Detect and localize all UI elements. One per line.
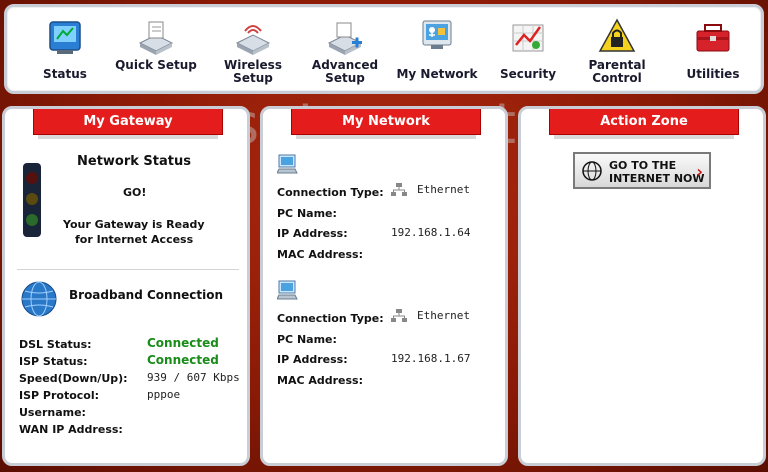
parental-control-icon <box>598 18 636 52</box>
action-zone-panel: Action Zone GO TO THE INTERNET NOW › <box>518 106 766 466</box>
device1-pc-name-label: PC Name: <box>277 207 337 220</box>
pc-icon[interactable] <box>277 153 299 175</box>
nav-quick-setup-label: Quick Setup <box>115 58 197 72</box>
device2-connection-type: Ethernet <box>417 309 470 322</box>
nav-parental-control-label: Parental Control <box>588 58 646 85</box>
gateway-divider <box>17 269 239 270</box>
nav-security-label: Security <box>499 67 557 81</box>
quick-setup-icon <box>138 21 174 55</box>
device1-connection-type-label: Connection Type: <box>277 186 384 199</box>
wireless-setup-icon <box>235 25 271 55</box>
my-network-icon <box>422 20 452 49</box>
device1-connection-type: Ethernet <box>417 183 470 196</box>
advanced-setup-icon <box>327 22 363 55</box>
nav-utilities-label: Utilities <box>686 67 740 81</box>
utilities-icon <box>696 24 730 52</box>
nav-wireless-setup[interactable]: Wireless Setup <box>211 15 295 93</box>
go-to-internet-button[interactable]: GO TO THE INTERNET NOW › <box>573 152 711 189</box>
ethernet-icon <box>391 309 407 322</box>
dsl-status-value: Connected <box>147 336 219 350</box>
go-status: GO! <box>123 186 147 199</box>
gateway-panel: My Gateway Network Status GO! Your Gatew… <box>2 106 250 466</box>
network-panel: My Network Connection Type: Ethernet PC … <box>260 106 508 466</box>
device2-connection-type-label: Connection Type: <box>277 312 384 325</box>
nav-security[interactable]: Security <box>486 15 570 93</box>
nav-quick-setup[interactable]: Quick Setup <box>114 15 198 93</box>
gateway-ready-line1: Your Gateway is Ready <box>63 218 205 231</box>
nav-advanced-setup-label: Advanced Setup <box>311 58 379 85</box>
gateway-panel-title: My Gateway <box>33 109 223 139</box>
wan-ip-label: WAN IP Address: <box>19 423 123 436</box>
nav-advanced-setup[interactable]: Advanced Setup <box>303 15 387 93</box>
network-panel-title: My Network <box>291 109 481 139</box>
status-icon <box>49 21 81 54</box>
pc-icon[interactable] <box>277 279 299 301</box>
globe-icon <box>21 281 57 317</box>
device2-ip-value: 192.168.1.67 <box>391 352 471 365</box>
isp-status-label: ISP Status: <box>19 355 88 368</box>
security-icon <box>512 24 544 52</box>
traffic-light-icon <box>23 163 41 237</box>
device2-mac-label: MAC Address: <box>277 374 364 387</box>
internet-button-line1: GO TO THE <box>609 159 677 172</box>
nav-my-network-label: My Network <box>396 67 478 81</box>
speed-label: Speed(Down/Up): <box>19 372 128 385</box>
nav-parental-control[interactable]: Parental Control <box>575 15 659 93</box>
isp-status-value: Connected <box>147 353 219 367</box>
chevron-right-icon: › <box>696 162 703 181</box>
isp-protocol-value: pppoe <box>147 388 181 401</box>
gateway-ready-line2: for Internet Access <box>75 233 194 246</box>
device1-mac-label: MAC Address: <box>277 248 364 261</box>
top-navigation: Status Quick Setup Wireless Setup Advanc… <box>4 4 764 94</box>
device1-ip-label: IP Address: <box>277 227 348 240</box>
globe-icon <box>582 161 602 181</box>
device1-ip-value: 192.168.1.64 <box>391 226 471 239</box>
nav-wireless-setup-label: Wireless Setup <box>224 58 282 85</box>
nav-status[interactable]: Status <box>23 15 107 93</box>
internet-button-line2: INTERNET NOW <box>609 172 705 185</box>
nav-my-network[interactable]: My Network <box>395 15 479 93</box>
isp-protocol-label: ISP Protocol: <box>19 389 100 402</box>
nav-utilities[interactable]: Utilities <box>671 15 755 93</box>
action-zone-title: Action Zone <box>549 109 739 139</box>
network-status-label: Network Status <box>77 154 191 169</box>
device2-ip-label: IP Address: <box>277 353 348 366</box>
device2-pc-name-label: PC Name: <box>277 333 337 346</box>
username-label: Username: <box>19 406 86 419</box>
ethernet-icon <box>391 183 407 196</box>
nav-status-label: Status <box>43 67 87 81</box>
dsl-status-label: DSL Status: <box>19 338 92 351</box>
speed-value: 939 / 607 Kbps <box>147 371 240 384</box>
broadband-connection-label: Broadband Connection <box>69 288 224 302</box>
